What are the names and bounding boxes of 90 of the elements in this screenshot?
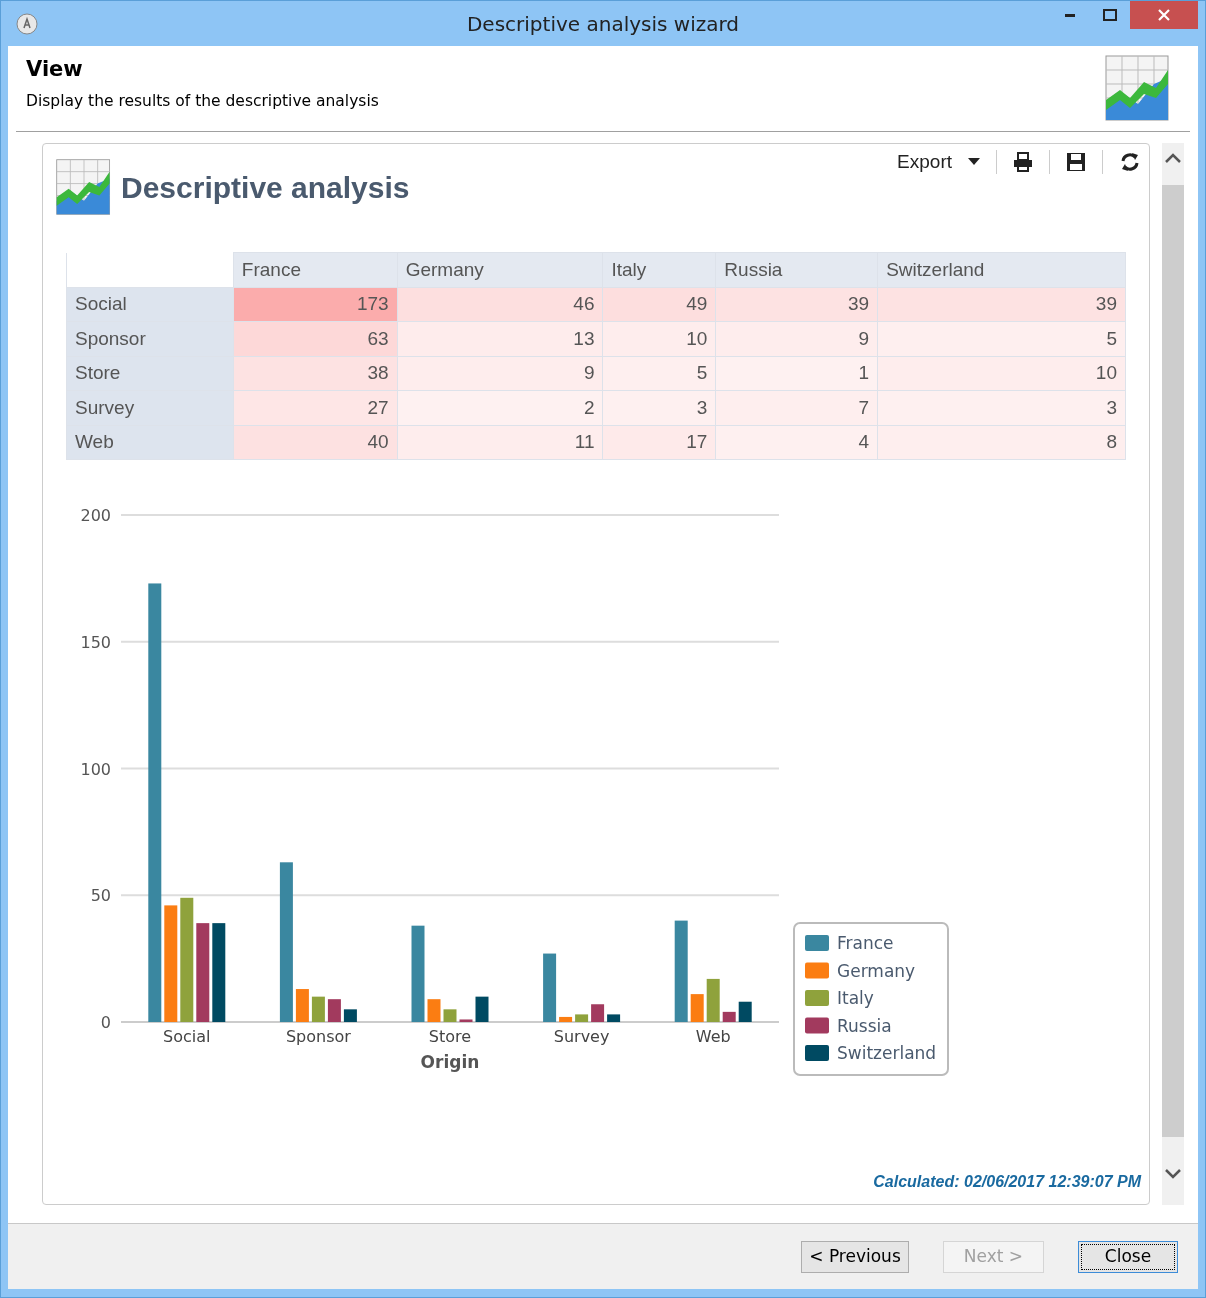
column-header: Germany: [397, 252, 603, 287]
bar: [559, 1016, 573, 1022]
bar: [575, 1014, 589, 1022]
bar: [459, 1019, 473, 1022]
category-label: Sponsor: [285, 1027, 351, 1046]
wizard-button[interactable]: < Previous: [801, 1240, 909, 1273]
table-cell: 38: [233, 356, 398, 391]
table-cell: 11: [397, 425, 603, 460]
category-label: Store: [428, 1027, 472, 1046]
row-header: Sponsor: [66, 321, 234, 356]
bar: [475, 996, 489, 1022]
table-cell: 4: [715, 425, 878, 460]
caret-icon: [968, 158, 980, 167]
column-header: Switzerland: [877, 252, 1126, 287]
table-cell: 46: [397, 287, 603, 322]
table-cell: 8: [877, 425, 1126, 460]
row-header: Web: [66, 425, 234, 460]
table-cell: 2: [397, 390, 603, 425]
table-cell: 3: [602, 390, 716, 425]
table-cell: 63: [233, 321, 398, 356]
bar: [543, 953, 557, 1022]
scroll-up-icon[interactable]: [1164, 151, 1182, 165]
legend-label: Russia: [837, 1015, 892, 1036]
category-label: Survey: [553, 1027, 610, 1046]
page-subtitle: Display the results of the descriptive analysis: [26, 90, 379, 112]
legend-label: Germany: [837, 960, 916, 981]
table-cell: 49: [602, 287, 716, 322]
table-cell: 3: [877, 390, 1126, 425]
table-cell: 27: [233, 390, 398, 425]
bar: [295, 989, 309, 1022]
legend-label: Italy: [837, 988, 874, 1008]
bar: [607, 1014, 621, 1022]
column-header: France: [233, 252, 398, 287]
legend-label: France: [837, 933, 894, 953]
category-label: Social: [163, 1027, 211, 1046]
table-cell: 13: [397, 321, 603, 356]
bar: [722, 1011, 736, 1022]
table-cell: 5: [602, 356, 716, 391]
row-header: Survey: [66, 390, 234, 425]
axis-tick-label: 0: [100, 1013, 111, 1032]
minimize-icon: [1065, 13, 1075, 17]
legend-label: Switzerland: [837, 1043, 937, 1063]
table-cell: 9: [715, 321, 878, 356]
scroll-down-icon[interactable]: [1164, 1167, 1182, 1181]
bar: [690, 994, 704, 1022]
table-cell: 17: [602, 425, 716, 460]
bar: [591, 1004, 605, 1022]
save-icon[interactable]: [1066, 152, 1086, 173]
export-dropdown[interactable]: Export: [897, 148, 980, 177]
refresh-icon[interactable]: [1119, 152, 1141, 173]
app-icon: [16, 12, 38, 35]
bar: [311, 996, 325, 1022]
axis-tick-label: 100: [80, 759, 111, 779]
report-title: Descriptive analysis: [121, 169, 410, 206]
window-title: Descriptive analysis wizard: [465, 10, 741, 38]
bar: [343, 1009, 357, 1022]
bar: [327, 999, 341, 1022]
category-label: Web: [695, 1027, 731, 1046]
axis-tick-label: 200: [80, 506, 111, 525]
close-button[interactable]: [1130, 1, 1198, 29]
table-cell: 1: [715, 356, 878, 391]
calculated-timestamp: Calculated: 02/06/2017 12:39:07 PM: [872, 1172, 1141, 1192]
page-title: View: [26, 56, 84, 83]
row-header: Social: [66, 287, 234, 322]
column-header: Russia: [715, 252, 878, 287]
table-cell: 9: [397, 356, 603, 391]
table-cell: 7: [715, 390, 878, 425]
table-cell: 10: [602, 321, 716, 356]
print-icon[interactable]: [1013, 152, 1033, 173]
chart-icon: [55, 158, 113, 216]
scrollbar-thumb[interactable]: [1162, 185, 1184, 1137]
bar: [443, 1009, 457, 1022]
axis-tick-label: 150: [80, 632, 111, 652]
table-cell: 10: [877, 356, 1126, 391]
row-header: Store: [66, 356, 234, 391]
wizard-button[interactable]: Close: [1078, 1240, 1178, 1273]
chart-icon: [1104, 54, 1172, 122]
table-cell: 39: [715, 287, 878, 322]
maximize-icon: [1103, 9, 1117, 21]
axis-title: Origin: [420, 1052, 480, 1072]
table-cell: 5: [877, 321, 1126, 356]
bar: [706, 978, 720, 1022]
table-cell: 173: [233, 287, 398, 322]
bar: [427, 999, 441, 1022]
close-icon: [1157, 8, 1171, 22]
table-cell: 40: [233, 425, 398, 460]
axis-tick-label: 50: [90, 886, 111, 906]
column-header: Italy: [602, 252, 716, 287]
table-cell: 39: [877, 287, 1126, 322]
bar: [738, 1001, 752, 1022]
